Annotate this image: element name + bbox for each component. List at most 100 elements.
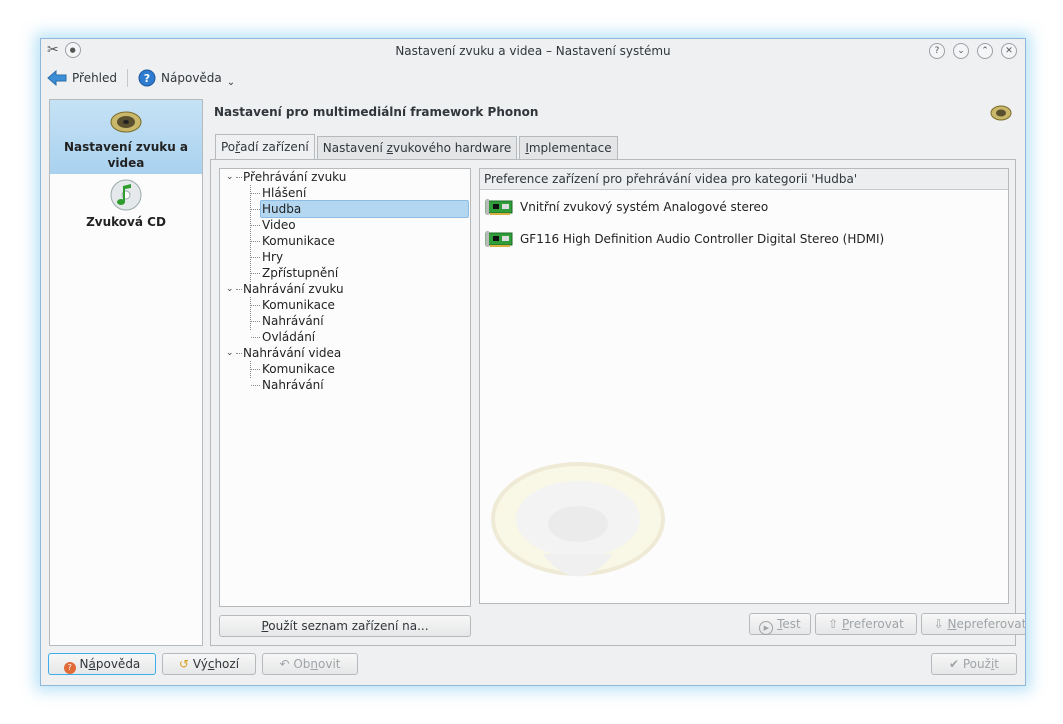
- tree-item[interactable]: Komunikace: [262, 297, 335, 313]
- tab-label: adí zařízení: [240, 140, 309, 154]
- help-button[interactable]: ? Nápověda: [48, 653, 156, 675]
- undo-icon: ↶: [279, 657, 290, 671]
- defaults-button[interactable]: ↺ Výchozí: [162, 653, 256, 675]
- arrow-up-icon: ⇧: [828, 617, 839, 631]
- minimize-button[interactable]: ⌄: [953, 43, 969, 59]
- tree-guide: [236, 177, 242, 178]
- prefer-button[interactable]: ⇧ Preferovat: [815, 613, 917, 635]
- tree-item[interactable]: Komunikace: [262, 233, 335, 249]
- tab-label: Po: [221, 140, 236, 154]
- maximize-button[interactable]: ⌃: [977, 43, 993, 59]
- close-button[interactable]: ✕: [1001, 43, 1017, 59]
- tab-audio-hardware[interactable]: Nastavení zvukového hardware: [316, 136, 518, 159]
- sidebar-item-label: Nastavení zvuku a videa: [63, 140, 189, 170]
- button-label: N: [79, 657, 89, 671]
- button-label: referovat: [849, 617, 904, 631]
- tree-guide: [251, 273, 260, 274]
- context-help-button[interactable]: ?: [929, 43, 945, 59]
- tree-group[interactable]: Nahrávání zvuku: [243, 281, 344, 297]
- button-label: oužít seznam zařízení na...: [268, 619, 429, 633]
- tree-guide: [251, 337, 260, 338]
- expander-arrow-icon[interactable]: ⌄: [226, 348, 234, 358]
- tree-guide: [250, 185, 251, 282]
- tree-guide: [251, 321, 260, 322]
- tree-guide: [236, 289, 242, 290]
- chevron-down-icon: ⌄: [226, 76, 236, 88]
- tree-guide: [250, 297, 251, 330]
- expander-arrow-icon[interactable]: ⌄: [226, 284, 234, 294]
- speaker-watermark-icon: [491, 462, 665, 577]
- tree-item[interactable]: Hry: [262, 249, 283, 265]
- speaker-icon: [990, 105, 1012, 121]
- tree-group[interactable]: Nahrávání videa: [243, 345, 341, 361]
- speaker-icon: [110, 111, 142, 133]
- button-label: Ob: [293, 657, 311, 671]
- tab-label: mplementace: [528, 141, 612, 155]
- checkmark-icon: ✔: [948, 657, 960, 671]
- reset-button[interactable]: ↶ Obnovit: [262, 653, 358, 675]
- tree-guide: [251, 305, 260, 306]
- back-arrow-icon: [47, 70, 67, 86]
- button-label: Použ: [962, 657, 991, 671]
- apply-button[interactable]: ✔ Použit: [931, 653, 1017, 675]
- tab-content: ⌄ Přehrávání zvuku Hlášení Hudba Video K…: [210, 159, 1025, 646]
- tab-backend[interactable]: Implementace: [519, 136, 618, 159]
- button-label-accel: N: [947, 617, 957, 631]
- expander-arrow-icon[interactable]: ⌄: [226, 172, 234, 182]
- button-label-accel: á: [88, 657, 96, 671]
- tree-guide: [251, 209, 260, 210]
- tab-bar: Pořadí zařízení Nastavení zvukového hard…: [215, 134, 618, 159]
- help-icon: ?: [63, 662, 76, 674]
- module-sidebar: Nastavení zvuku a videa Zvuková CD: [49, 99, 203, 646]
- list-item[interactable]: GF116 High Definition Audio Controller D…: [484, 227, 884, 251]
- tree-guide: [251, 193, 260, 194]
- button-label: ovit: [318, 657, 341, 671]
- arrow-down-icon: ⇩: [933, 617, 944, 631]
- overview-label: Přehled: [72, 71, 118, 85]
- tab-label: Nastavení: [322, 141, 387, 155]
- apply-device-list-button[interactable]: Použít seznam zařízení na...: [219, 615, 471, 637]
- tree-item[interactable]: Zpřístupnění: [262, 265, 338, 281]
- test-button[interactable]: ▶ Test: [749, 613, 811, 635]
- tree-item-selected[interactable]: Hudba: [260, 200, 469, 218]
- sidebar-item-audio-cd[interactable]: Zvuková CD: [50, 178, 202, 236]
- button-label: pověda: [95, 657, 141, 671]
- tree-item[interactable]: Nahrávání: [262, 313, 324, 329]
- tab-label: vukového hardware: [392, 141, 512, 155]
- button-label: hozí: [214, 657, 240, 671]
- tree-group[interactable]: Přehrávání zvuku: [243, 169, 346, 185]
- device-list[interactable]: Preference zařízení pro přehrávání videa…: [479, 168, 1009, 604]
- tree-item[interactable]: Hlášení: [262, 185, 306, 201]
- button-label: est: [782, 617, 801, 631]
- settings-window: ✂ ● Nastavení zvuku a videa – Nastavení …: [40, 38, 1026, 686]
- help-icon: ?: [138, 69, 156, 87]
- toolbar: Přehled ? Nápověda ⌄: [41, 65, 1025, 91]
- list-item[interactable]: Vnitřní zvukový systém Analogové stereo: [484, 195, 768, 219]
- overview-button[interactable]: Přehled: [41, 70, 123, 86]
- tree-guide: [236, 353, 242, 354]
- help-label: Nápověda: [161, 71, 222, 85]
- tree-guide: [251, 257, 260, 258]
- help-menu-button[interactable]: ? Nápověda ⌄: [132, 69, 241, 88]
- category-tree[interactable]: ⌄ Přehrávání zvuku Hlášení Hudba Video K…: [219, 168, 471, 607]
- device-name: GF116 High Definition Audio Controller D…: [520, 232, 885, 246]
- tree-item[interactable]: Nahrávání: [262, 377, 324, 393]
- tab-device-preference[interactable]: Pořadí zařízení: [215, 134, 315, 159]
- device-name: Vnitřní zvukový systém Analogové stereo: [520, 200, 769, 214]
- button-label-accel: P: [842, 617, 850, 631]
- tree-guide: [251, 385, 260, 386]
- play-icon: ▶: [759, 621, 774, 635]
- title-bar: ✂ ● Nastavení zvuku a videa – Nastavení …: [41, 39, 1025, 63]
- tree-guide: [251, 225, 260, 226]
- tree-item[interactable]: Komunikace: [262, 361, 335, 377]
- tree-guide: [251, 241, 260, 242]
- button-label: Vý: [192, 657, 208, 671]
- tree-item[interactable]: Video: [262, 217, 296, 233]
- window-title: Nastavení zvuku a videa – Nastavení syst…: [395, 44, 671, 58]
- defaults-icon: ↺: [178, 657, 190, 671]
- device-list-header: Preference zařízení pro přehrávání videa…: [480, 169, 1008, 190]
- sidebar-item-sound-video[interactable]: Nastavení zvuku a videa: [50, 100, 202, 174]
- tree-item[interactable]: Ovládání: [262, 329, 315, 345]
- unprefer-button[interactable]: ⇩ Nepreferovat: [921, 613, 1025, 635]
- button-label-accel: n: [310, 657, 319, 671]
